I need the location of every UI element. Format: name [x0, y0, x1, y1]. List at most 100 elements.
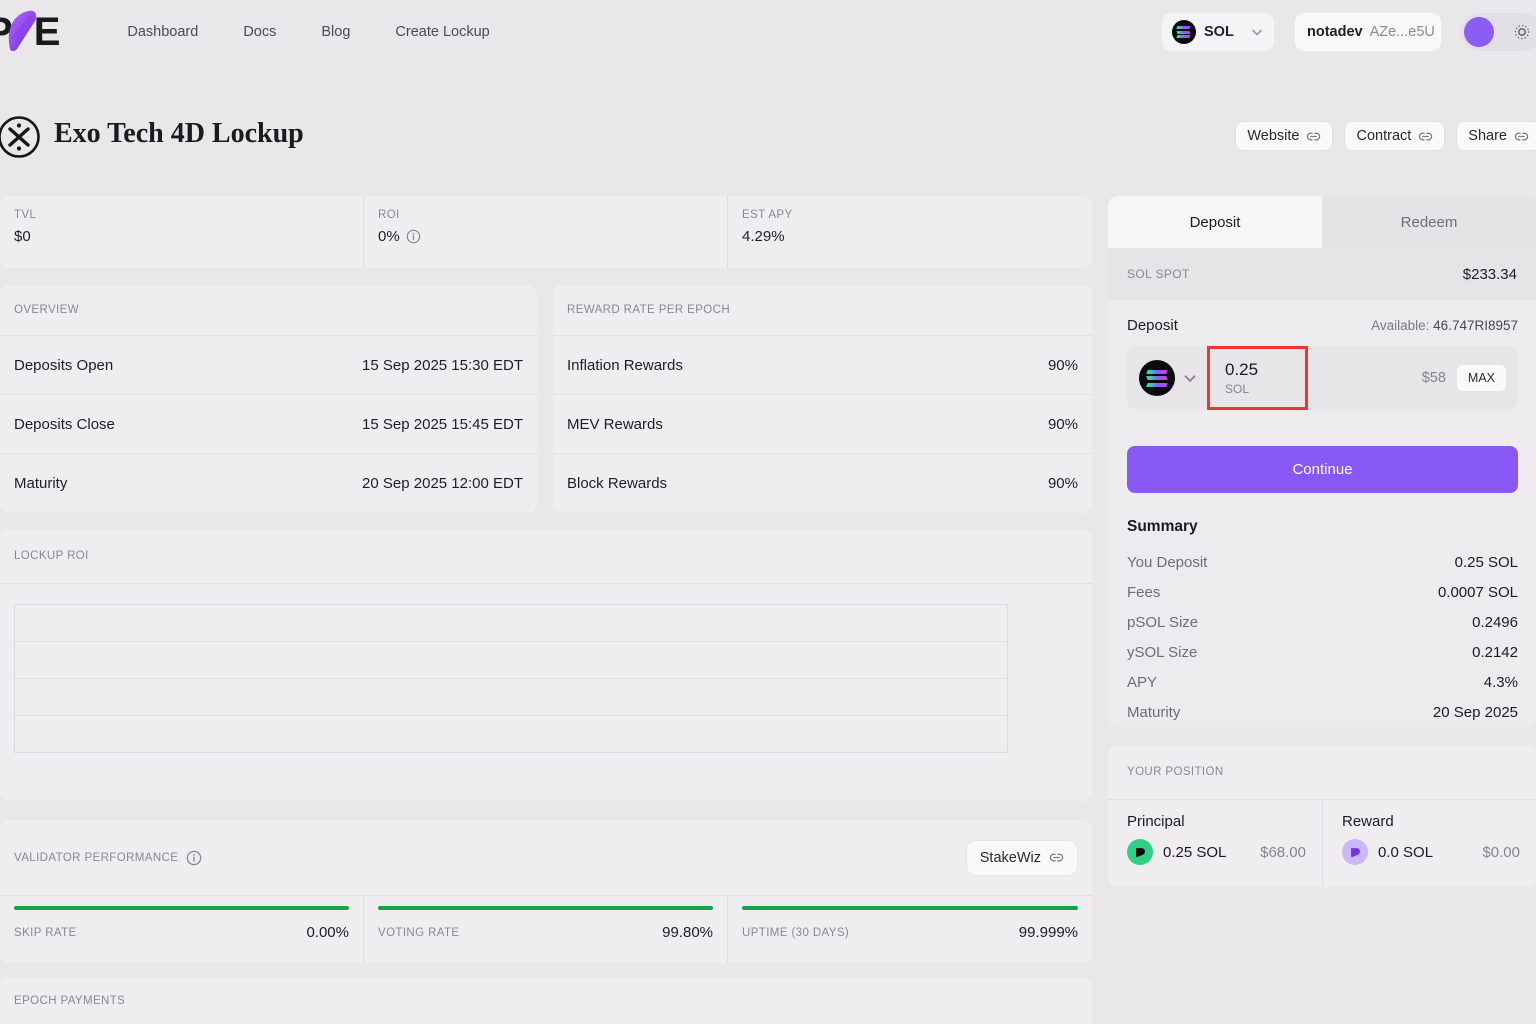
- brand-letter-e: E: [33, 10, 61, 54]
- stat-tvl-value: $0: [14, 228, 31, 245]
- contract-button[interactable]: Contract: [1345, 122, 1445, 150]
- your-position-title: YOUR POSITION: [1127, 766, 1224, 778]
- table-row: Deposits Close 15 Sep 2025 15:45 EDT: [0, 394, 537, 453]
- wallet-name: notadev: [1307, 24, 1363, 40]
- website-label: Website: [1247, 128, 1300, 144]
- tab-redeem[interactable]: Redeem: [1322, 196, 1536, 248]
- table-row: Deposits Open 15 Sep 2025 15:30 EDT: [0, 335, 537, 394]
- info-icon[interactable]: [186, 850, 202, 866]
- principal-amount: 0.25 SOL: [1163, 843, 1227, 861]
- overview-row-label: Maturity: [14, 474, 68, 492]
- validator-panel: VALIDATOR PERFORMANCE StakeWiz SKIP RATE…: [0, 820, 1092, 963]
- lockup-roi-panel: LOCKUP ROI: [0, 529, 1092, 801]
- reward-token-icon: [1342, 839, 1368, 865]
- stakewiz-label: StakeWiz: [979, 849, 1041, 866]
- stat-apy-label: EST APY: [742, 209, 793, 221]
- reward-row-value: 90%: [1047, 474, 1078, 492]
- summary-row: APY 4.3%: [1127, 667, 1518, 697]
- available-label: Available:: [1371, 318, 1430, 333]
- stat-roi: ROI 0%: [363, 196, 727, 268]
- tab-deposit[interactable]: Deposit: [1108, 196, 1322, 248]
- your-position-card: YOUR POSITION Principal 0.25 SOL $68.00 …: [1108, 745, 1536, 887]
- wallet-button[interactable]: notadev AZe...e5U: [1295, 13, 1441, 51]
- uptime-label: UPTIME (30 DAYS): [742, 926, 850, 939]
- principal-label: Principal: [1127, 813, 1185, 830]
- table-row: Inflation Rewards 90%: [553, 335, 1092, 394]
- stat-roi-value: 0%: [378, 228, 400, 245]
- table-row: MEV Rewards 90%: [553, 394, 1092, 453]
- metric-uptime: UPTIME (30 DAYS) 99.999%: [727, 896, 1092, 963]
- lockup-roi-chart: [14, 604, 1008, 753]
- max-button[interactable]: MAX: [1456, 365, 1506, 391]
- top-nav: P E Dashboard Docs Blog Create Lockup SO…: [0, 0, 1536, 64]
- continue-button[interactable]: Continue: [1127, 446, 1518, 493]
- nav-item-blog[interactable]: Blog: [321, 24, 350, 40]
- summary-row: Maturity 20 Sep 2025: [1127, 697, 1518, 727]
- uptime-value: 99.999%: [1018, 924, 1078, 941]
- principal-token-icon: [1127, 839, 1153, 865]
- reward-amount: 0.0 SOL: [1378, 843, 1434, 861]
- nav-item-docs[interactable]: Docs: [243, 24, 276, 40]
- reward-rate-title: REWARD RATE PER EPOCH: [567, 304, 731, 316]
- summary-value: 0.25 SOL: [1454, 553, 1518, 571]
- network-select[interactable]: SOL: [1162, 13, 1274, 51]
- chevron-down-icon: [1252, 29, 1262, 36]
- amount-token: SOL: [1225, 382, 1250, 396]
- brand-logo[interactable]: P E: [0, 9, 61, 55]
- overview-row-value: 20 Sep 2025 12:00 EDT: [362, 474, 523, 492]
- account-theme-group[interactable]: [1460, 13, 1536, 51]
- stat-apy: EST APY 4.29%: [727, 196, 1092, 268]
- sun-icon[interactable]: [1512, 22, 1532, 42]
- metric-skip-rate: SKIP RATE 0.00%: [0, 896, 363, 963]
- share-button[interactable]: Share: [1457, 122, 1536, 150]
- reward-usd: $0.00: [1482, 843, 1520, 861]
- info-icon[interactable]: [406, 229, 421, 244]
- link-icon: [1419, 132, 1433, 140]
- available-value: 46.747RI8957: [1433, 318, 1518, 333]
- amount-input-row: 0.25 SOL $58 MAX: [1127, 346, 1518, 410]
- summary-label: ySOL Size: [1127, 643, 1198, 661]
- nav-item-create-lockup[interactable]: Create Lockup: [395, 24, 489, 40]
- voting-rate-label: VOTING RATE: [378, 926, 460, 939]
- summary-label: Fees: [1127, 583, 1161, 601]
- sol-spot-value: $233.34: [1462, 265, 1517, 283]
- metric-voting-rate: VOTING RATE 99.80%: [363, 896, 727, 963]
- summary-label: pSOL Size: [1127, 613, 1199, 631]
- summary-label: Maturity: [1127, 703, 1181, 721]
- validator-title: VALIDATOR PERFORMANCE: [14, 851, 179, 864]
- overview-row-value: 15 Sep 2025 15:30 EDT: [362, 356, 523, 374]
- token-select-icon[interactable]: [1139, 360, 1175, 396]
- stakewiz-link[interactable]: StakeWiz: [966, 840, 1077, 875]
- voting-rate-bar: [378, 906, 713, 910]
- uptime-bar: [742, 906, 1078, 910]
- nav-links: Dashboard Docs Blog Create Lockup: [127, 24, 489, 40]
- exo-lockup-icon: [0, 116, 40, 158]
- summary-title: Summary: [1127, 518, 1198, 535]
- reward-row-value: 90%: [1047, 415, 1078, 433]
- avatar[interactable]: [1464, 17, 1494, 47]
- amount-input[interactable]: 0.25 SOL: [1225, 360, 1258, 396]
- solana-icon: [1172, 20, 1196, 44]
- skip-rate-bar: [14, 906, 349, 910]
- overview-row-value: 15 Sep 2025 15:45 EDT: [362, 415, 523, 433]
- summary-row: pSOL Size 0.2496: [1127, 607, 1518, 637]
- summary-value: 0.0007 SOL: [1437, 583, 1518, 601]
- summary-label: You Deposit: [1127, 553, 1208, 571]
- table-row: Maturity 20 Sep 2025 12:00 EDT: [0, 453, 537, 512]
- header-actions: Website Contract Share: [1236, 122, 1536, 150]
- amount-value: 0.25: [1225, 360, 1259, 379]
- contract-label: Contract: [1356, 128, 1412, 144]
- reward-rate-panel: REWARD RATE PER EPOCH Inflation Rewards …: [553, 285, 1092, 513]
- overview-row-label: Deposits Close: [14, 415, 115, 433]
- overview-panel: OVERVIEW Deposits Open 15 Sep 2025 15:30…: [0, 285, 537, 513]
- principal-cell: Principal 0.25 SOL $68.00: [1108, 800, 1322, 886]
- deposit-card: Deposit Redeem SOL SPOT $233.34 Deposit …: [1108, 196, 1536, 727]
- deposit-section-label: Deposit: [1127, 317, 1178, 334]
- chevron-down-icon[interactable]: [1182, 370, 1198, 386]
- website-button[interactable]: Website: [1236, 122, 1333, 150]
- summary-row: ySOL Size 0.2142: [1127, 637, 1518, 667]
- nav-item-dashboard[interactable]: Dashboard: [127, 24, 198, 40]
- summary-label: APY: [1127, 673, 1158, 691]
- skip-rate-value: 0.00%: [306, 924, 349, 941]
- summary-row: Fees 0.0007 SOL: [1127, 577, 1518, 607]
